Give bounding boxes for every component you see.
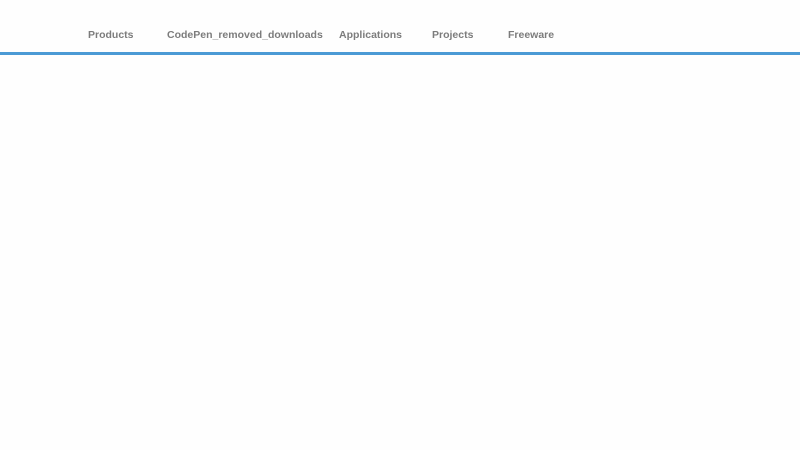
nav-item-products[interactable]: Products	[88, 28, 134, 42]
nav-item-applications[interactable]: Applications	[339, 28, 402, 42]
top-navigation-bar: Products CodePen_removed_downloads Appli…	[0, 0, 800, 55]
nav-item-freeware[interactable]: Freeware	[508, 28, 554, 42]
nav-item-downloads[interactable]: CodePen_removed_downloads	[167, 28, 323, 42]
nav-item-projects[interactable]: Projects	[432, 28, 473, 42]
main-content-area	[0, 55, 800, 450]
page: Products CodePen_removed_downloads Appli…	[0, 0, 800, 450]
